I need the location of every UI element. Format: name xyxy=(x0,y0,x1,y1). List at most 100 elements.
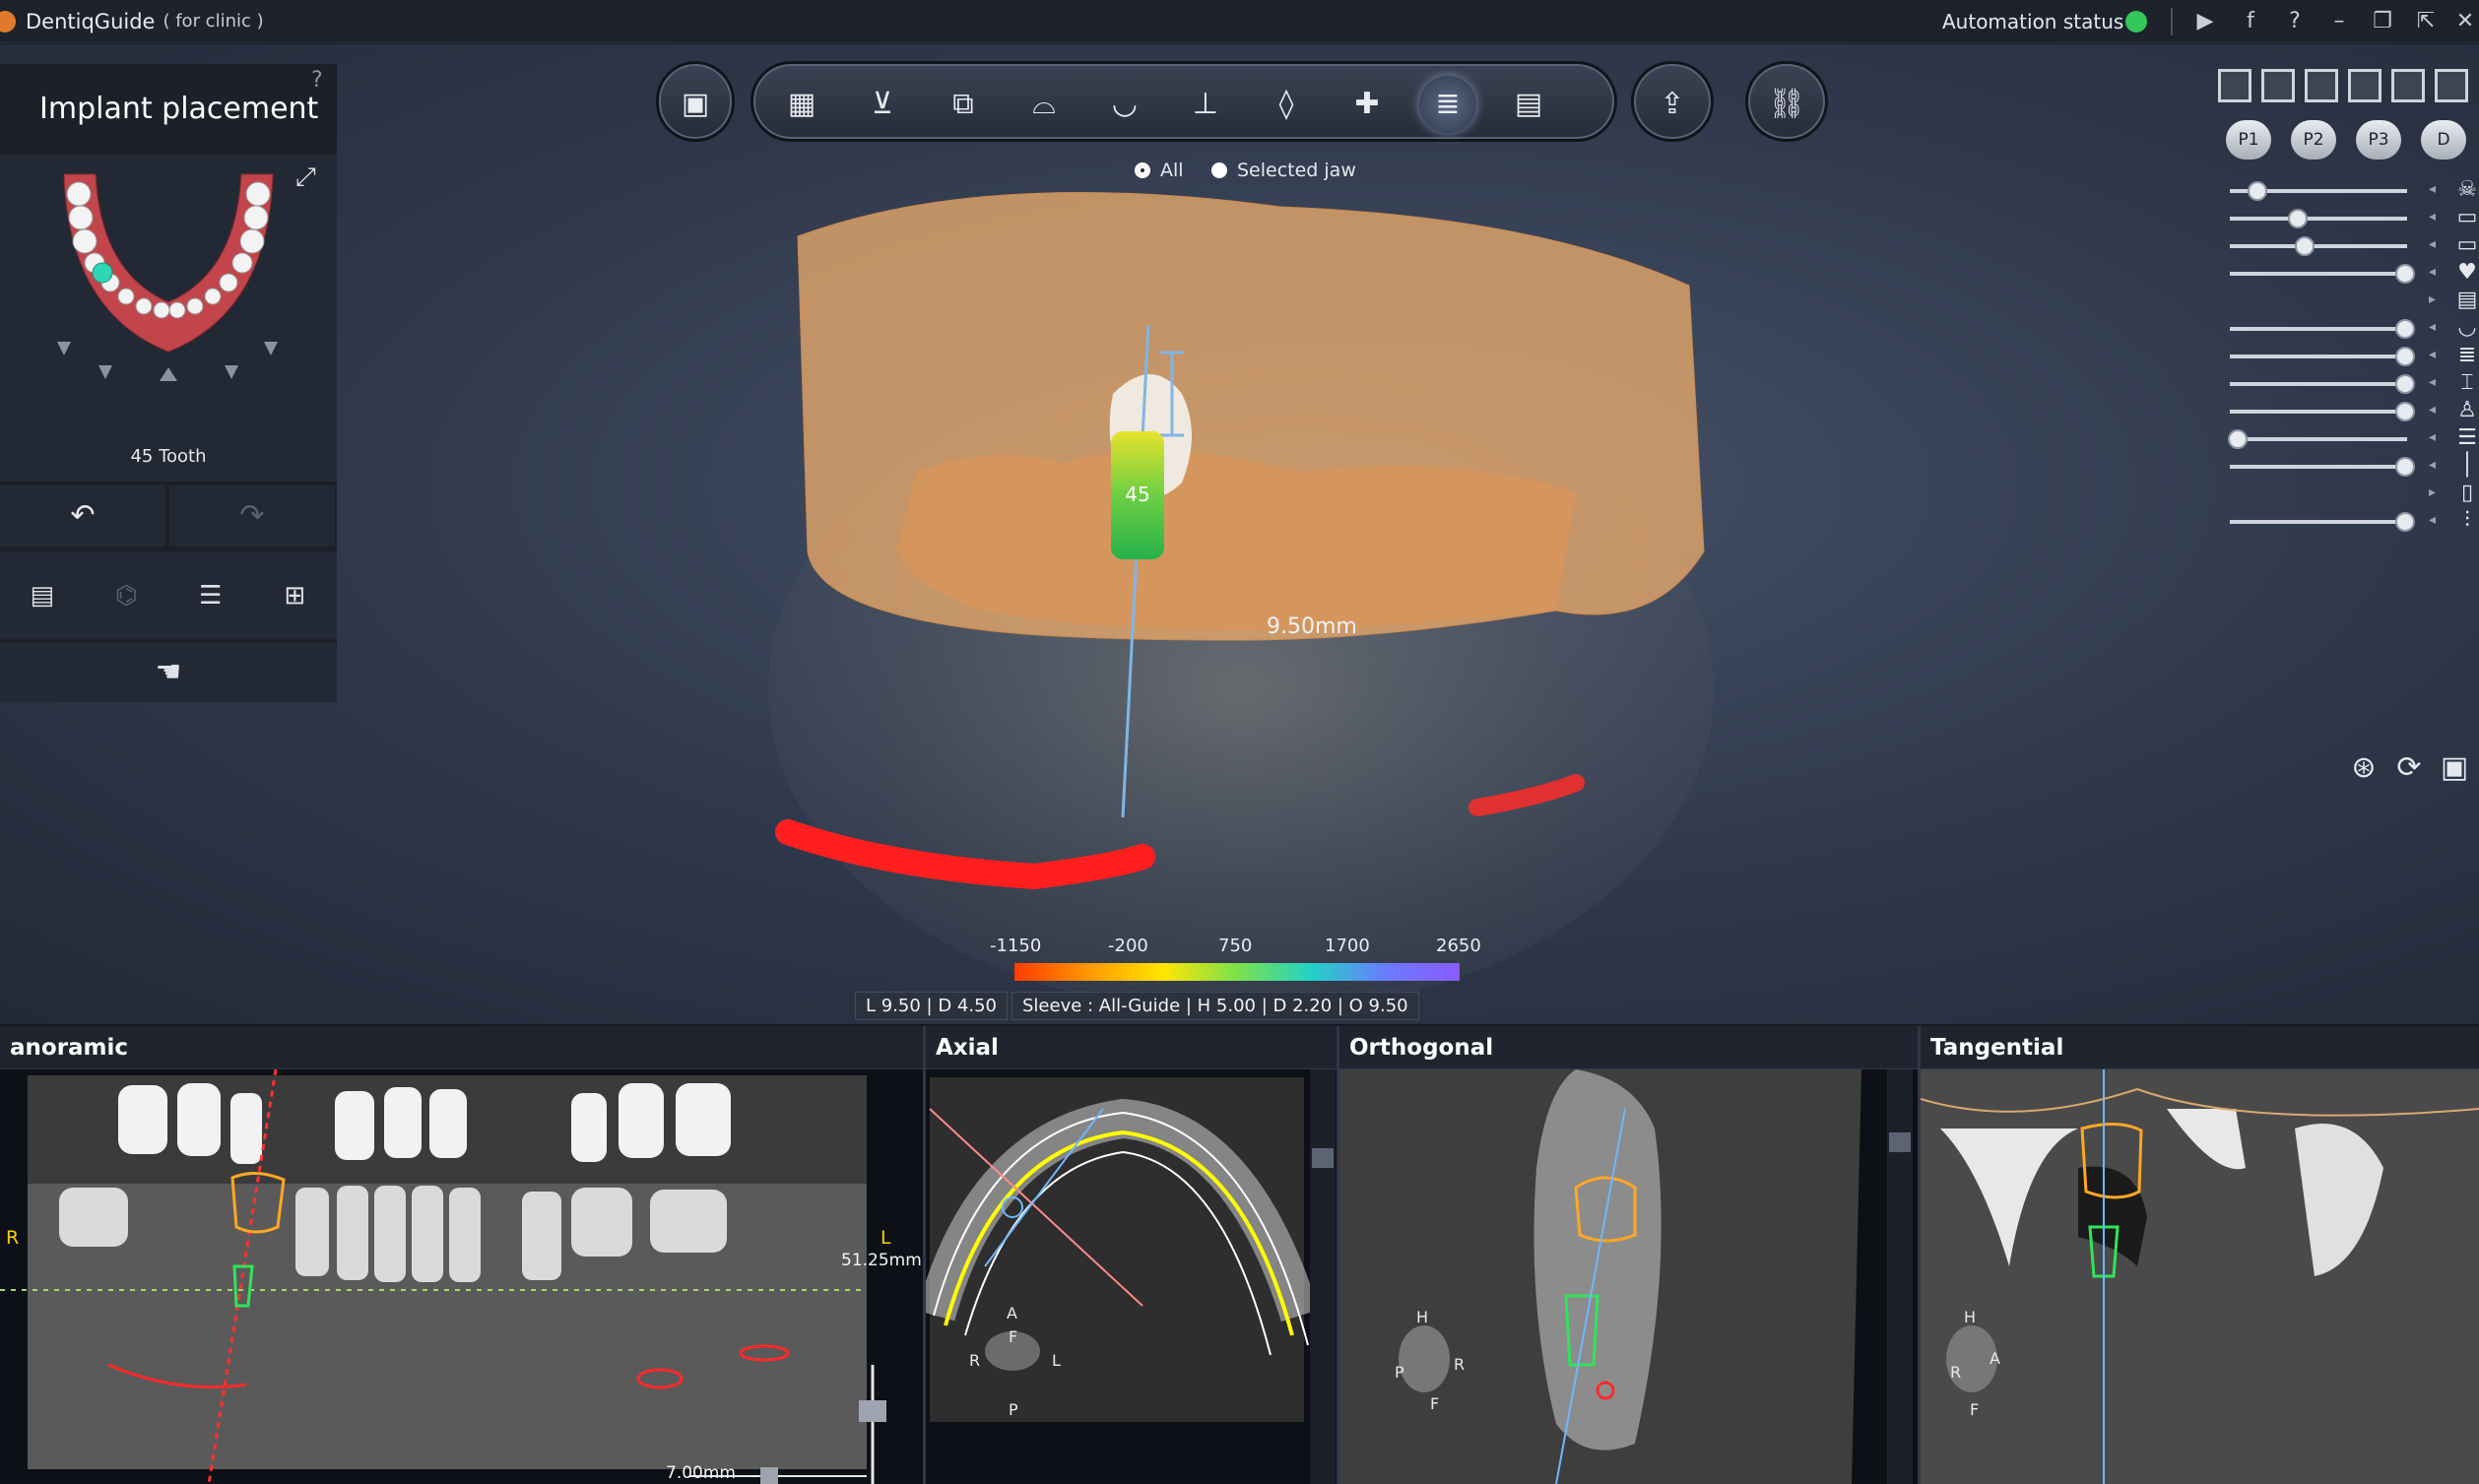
tangential-slice[interactable] xyxy=(1921,1069,2479,1484)
facebook-icon[interactable]: f xyxy=(2238,9,2263,34)
crown-lower-icon[interactable]: ⊻ xyxy=(854,76,911,133)
slider-expand-arrow[interactable]: ◂ xyxy=(2429,181,2436,197)
implant-icon[interactable]: ≣ xyxy=(2452,343,2479,370)
panoramic-curve-icon[interactable]: ⌓ xyxy=(1015,76,1073,133)
tooth-add-icon[interactable]: ✚ xyxy=(1338,76,1396,133)
help-icon[interactable]: ? xyxy=(2282,9,2308,34)
preset-p2-button[interactable]: P2 xyxy=(2291,120,2336,160)
slider-expand-arrow[interactable]: ◂ xyxy=(2429,319,2436,335)
guide-icon[interactable]: ☰ xyxy=(2452,425,2479,453)
opacity-slider-knob[interactable] xyxy=(2395,264,2415,284)
hand-tool-icon[interactable]: ☚ xyxy=(0,643,337,702)
zoom-slider-thumb[interactable] xyxy=(859,1400,886,1422)
view-left-icon[interactable] xyxy=(2305,69,2338,102)
tooth-outline-icon[interactable]: ◊ xyxy=(1258,76,1315,133)
view-bottom-icon[interactable] xyxy=(2435,69,2468,102)
undo-button[interactable]: ↶ xyxy=(0,485,165,547)
implant-safety-icon[interactable]: ☰ xyxy=(186,571,235,620)
opacity-slider-track[interactable] xyxy=(2230,327,2407,331)
implant-icon[interactable]: ≣ xyxy=(1419,76,1476,133)
opacity-slider-track[interactable] xyxy=(2230,272,2407,276)
camera-icon[interactable]: ▣ xyxy=(2435,750,2474,790)
drill-icon[interactable]: │ xyxy=(2452,453,2479,481)
preset-p3-button[interactable]: P3 xyxy=(2356,120,2401,160)
sleeve-icon[interactable]: ▯ xyxy=(2452,481,2479,508)
axial-scroll-thumb[interactable] xyxy=(1312,1148,1334,1168)
slider-expand-arrow[interactable]: ◂ xyxy=(2429,402,2436,418)
slider-expand-arrow[interactable]: ◂ xyxy=(2429,236,2436,252)
opacity-slider-track[interactable] xyxy=(2230,465,2407,469)
redo-button[interactable]: ↷ xyxy=(169,485,335,547)
crown-icon[interactable]: ♙ xyxy=(2452,398,2479,425)
opacity-slider-knob[interactable] xyxy=(2395,347,2415,366)
panel-help-icon[interactable]: ? xyxy=(311,68,323,93)
opacity-slider-knob[interactable] xyxy=(2395,402,2415,421)
orthogonal-view[interactable]: Orthogonal H P R F xyxy=(1339,1026,1921,1484)
jaw-model-icon[interactable]: ◡ xyxy=(1096,76,1153,133)
volume-crop-icon[interactable]: ⧉ xyxy=(935,76,992,133)
prosthesis-icon[interactable]: ⊥ xyxy=(1177,76,1234,133)
opacity-slider-knob[interactable] xyxy=(2395,319,2415,339)
opacity-slider-knob[interactable] xyxy=(2395,512,2415,532)
opacity-slider-track[interactable] xyxy=(2230,382,2407,386)
opacity-slider-knob[interactable] xyxy=(2228,429,2248,449)
radio-selected-jaw-dot[interactable] xyxy=(1211,162,1227,178)
view-right-icon[interactable] xyxy=(2348,69,2381,102)
opacity-slider-knob[interactable] xyxy=(2395,457,2415,477)
orthogonal-slice[interactable] xyxy=(1339,1069,1918,1484)
opacity-slider-track[interactable] xyxy=(2230,410,2407,414)
link-icon[interactable]: ⛓ xyxy=(1758,76,1815,133)
opacity-slider-track[interactable] xyxy=(2230,244,2407,248)
scan-alignment-icon[interactable]: ▦ xyxy=(773,76,830,133)
slider-expand-arrow[interactable]: ◂ xyxy=(2429,209,2436,225)
implant-lock-icon[interactable]: ⊞ xyxy=(270,571,319,620)
radio-selected-jaw[interactable]: Selected jaw xyxy=(1211,160,1356,181)
upper-teeth-icon[interactable]: ▭ xyxy=(2452,205,2479,232)
youtube-icon[interactable]: ▶ xyxy=(2192,9,2218,34)
opacity-slider-track[interactable] xyxy=(2230,437,2407,441)
scale-bar-thumb[interactable] xyxy=(760,1467,778,1484)
view-front-icon[interactable] xyxy=(2218,69,2251,102)
opacity-slider-knob[interactable] xyxy=(2295,236,2315,256)
opacity-slider-knob[interactable] xyxy=(2395,374,2415,394)
panoramic-view[interactable]: anoramic R L 51.25mm 7.00mm xyxy=(0,1026,926,1484)
report-icon[interactable]: ▤ xyxy=(1500,76,1557,133)
opacity-slider-knob[interactable] xyxy=(2288,209,2309,228)
lower-jaw-icon[interactable]: ◡ xyxy=(2452,315,2479,343)
orthogonal-image[interactable]: H P R F xyxy=(1339,1069,1918,1484)
minimize-icon[interactable]: – xyxy=(2326,9,2352,34)
3d-scene[interactable]: 45 xyxy=(689,177,1822,995)
slider-expand-arrow[interactable]: ◂ xyxy=(2429,457,2436,473)
patient-info-icon[interactable]: ▣ xyxy=(667,76,724,133)
view-back-icon[interactable] xyxy=(2261,69,2295,102)
tangential-view[interactable]: Tangential H R A F xyxy=(1921,1026,2479,1484)
slider-expand-arrow[interactable]: ◂ xyxy=(2429,374,2436,390)
slider-expand-arrow[interactable]: ▸ xyxy=(2429,291,2436,307)
export-icon[interactable]: ⇪ xyxy=(1644,76,1701,133)
rotate-view-icon[interactable]: ⟳ xyxy=(2389,750,2429,790)
skull-icon[interactable]: ☠ xyxy=(2452,177,2479,205)
tooth-chart[interactable]: ⤢ 45 Tooth xyxy=(0,155,337,482)
expand-icon[interactable]: ⤢ xyxy=(295,162,333,200)
view-top-icon[interactable] xyxy=(2391,69,2425,102)
selected-tooth-45[interactable] xyxy=(92,262,113,284)
reset-view-icon[interactable]: ⊛ xyxy=(2344,750,2383,790)
opacity-slider-track[interactable] xyxy=(2230,217,2407,221)
radio-all-dot[interactable] xyxy=(1135,162,1150,178)
nerve-icon[interactable]: ⫶ xyxy=(2452,508,2479,536)
preset-p1-button[interactable]: P1 xyxy=(2226,120,2271,160)
radio-all[interactable]: All xyxy=(1135,160,1184,181)
preset-d-button[interactable]: D xyxy=(2421,120,2466,160)
restore-icon[interactable]: ❐ xyxy=(2370,9,2395,34)
slider-expand-arrow[interactable]: ◂ xyxy=(2429,512,2436,528)
orthogonal-scrollbar[interactable] xyxy=(1887,1069,1913,1484)
implant-disabled-icon[interactable]: ⌬ xyxy=(101,571,151,620)
lower-jaw-diagram[interactable] xyxy=(0,155,337,440)
popout-icon[interactable]: ⇱ xyxy=(2413,9,2439,34)
axial-scrollbar[interactable] xyxy=(1310,1069,1336,1484)
axial-view[interactable]: Axial A F R L P xyxy=(926,1026,1339,1484)
slider-expand-arrow[interactable]: ◂ xyxy=(2429,347,2436,362)
opacity-slider-track[interactable] xyxy=(2230,355,2407,358)
slider-expand-arrow[interactable]: ◂ xyxy=(2429,429,2436,445)
panoramic-xray[interactable] xyxy=(0,1069,923,1484)
